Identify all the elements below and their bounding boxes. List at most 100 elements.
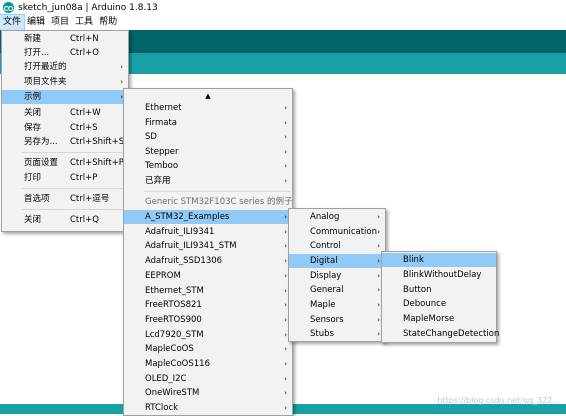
example-label: FreeRTOS821 [145,300,202,310]
example-onewirestm[interactable]: OneWireSTM › [124,386,292,400]
stm32-maple[interactable]: Maple › [289,298,385,312]
file-sketchbook[interactable]: 项目文件夹 › [2,75,128,89]
example-a-stm32-examples[interactable]: A_STM32_Examples › [124,210,292,224]
file-open-recent-label: 打开最近的 [24,62,67,72]
submenu-arrow-icon: › [284,272,287,280]
file-save-shortcut: Ctrl+S [70,123,98,133]
example-eeprom[interactable]: EEPROM › [124,269,292,283]
digital-debounce[interactable]: Debounce [382,297,496,311]
example-label: SD [145,132,157,142]
example-label: Stepper [145,147,179,157]
submenu-arrow-icon: › [284,345,287,353]
menu-edit[interactable]: 编辑 [24,15,48,30]
stm32-sensors[interactable]: Sensors › [289,313,385,327]
file-preferences-shortcut: Ctrl+逗号 [70,194,110,204]
file-close[interactable]: 关闭 Ctrl+W [2,106,128,120]
section-header-label: Generic STM32F103C series 的例子 [145,197,293,207]
example-label: FreeRTOS900 [145,315,202,325]
window-title: sketch_jun08a | Arduino 1.8.13 [18,2,158,13]
file-preferences[interactable]: 首选项 Ctrl+逗号 [2,192,128,206]
example-adafruit-ssd1306[interactable]: Adafruit_SSD1306 › [124,254,292,268]
submenu-arrow-icon: › [284,316,287,324]
digital-maple-morse[interactable]: MapleMorse [382,312,496,326]
example-firmata[interactable]: Firmata › [124,116,292,130]
example-label: 已弃用 [145,176,171,186]
example-adafruit-ili9341-stm[interactable]: Adafruit_ILI9341_STM › [124,239,292,253]
file-quit[interactable]: 关闭 Ctrl+Q [2,213,128,227]
digital-button[interactable]: Button [382,283,496,297]
example-freertos821[interactable]: FreeRTOS821 › [124,298,292,312]
stm32-digital[interactable]: Digital › [289,254,385,268]
example-maplecoos[interactable]: MapleCoOS › [124,342,292,356]
file-new[interactable]: 新建 Ctrl+N [2,32,128,46]
example-stepper[interactable]: Stepper › [124,145,292,159]
stm32-communication[interactable]: Communication › [289,225,385,239]
submenu-arrow-icon: › [284,148,287,156]
submenu-arrow-icon: › [377,316,380,324]
example-label: OLED_I2C [145,374,187,384]
file-save-as-shortcut: Ctrl+Shift+S [70,137,125,147]
example-deprecated[interactable]: 已弃用 › [124,174,292,188]
submenu-arrow-icon: › [284,242,287,250]
file-page-setup[interactable]: 页面设置 Ctrl+Shift+P [2,156,128,170]
submenu-arrow-icon: › [284,389,287,397]
file-print[interactable]: 打印 Ctrl+P [2,171,128,185]
example-oled-i2c[interactable]: OLED_I2C › [124,372,292,386]
example-freertos900[interactable]: FreeRTOS900 › [124,313,292,327]
digital-blink[interactable]: Blink [382,253,496,267]
submenu-arrow-icon: › [284,119,287,127]
submenu-arrow-icon: › [120,63,123,71]
example-adafruit-ili9341[interactable]: Adafruit_ILI9341 › [124,225,292,239]
example-sd[interactable]: SD › [124,130,292,144]
example-temboo[interactable]: Temboo › [124,159,292,173]
file-save-label: 保存 [24,123,42,133]
sketch-label: BlinkWithoutDelay [403,270,482,280]
file-save-as[interactable]: 另存为... Ctrl+Shift+S [2,135,128,149]
file-open-recent[interactable]: 打开最近的 › [2,60,128,74]
file-save-as-label: 另存为... [24,137,58,147]
file-open[interactable]: 打开... Ctrl+O [2,46,128,60]
digital-blink-without-delay[interactable]: BlinkWithoutDelay [382,268,496,282]
digital-state-change-detection[interactable]: StateChangeDetection [382,327,499,341]
example-label: RTClock [145,403,179,413]
stm32-examples-submenu: Analog › Communication › Control › Digit… [288,208,386,342]
stm32-control[interactable]: Control › [289,239,385,253]
menu-file[interactable]: 文件 [0,14,26,31]
sketch-label: Debounce [403,299,447,309]
submenu-arrow-icon: › [284,228,287,236]
stm32-general[interactable]: General › [289,283,385,297]
example-lcd7920-stm[interactable]: Lcd7920_STM › [124,328,292,342]
example-label: Adafruit_SSD1306 [145,256,223,266]
examples-submenu: ▲ Ethernet › Firmata › SD › Stepper › Te… [123,88,293,416]
stm32-display[interactable]: Display › [289,269,385,283]
example-ethernet-stm[interactable]: Ethernet_STM › [124,284,292,298]
submenu-arrow-icon: › [377,257,380,265]
category-label: Sensors [310,315,344,325]
file-save[interactable]: 保存 Ctrl+S [2,121,128,135]
file-sketchbook-label: 项目文件夹 [24,77,67,87]
category-label: Stubs [310,329,334,339]
stm32-analog[interactable]: Analog › [289,210,385,224]
category-label: Display [310,271,342,281]
menu-project[interactable]: 项目 [48,15,72,30]
submenu-arrow-icon: › [284,177,287,185]
file-quit-label: 关闭 [24,215,42,225]
file-examples[interactable]: 示例 › [2,90,128,104]
menu-tools[interactable]: 工具 [72,15,96,30]
file-preferences-label: 首选项 [24,194,50,204]
submenu-arrow-icon: › [284,287,287,295]
example-label: MapleCoOS116 [145,359,210,369]
example-rtclock[interactable]: RTClock › [124,401,292,415]
file-new-label: 新建 [24,34,42,44]
submenu-arrow-icon: › [284,360,287,368]
menu-help[interactable]: 帮助 [96,15,120,30]
scroll-up-arrow-icon[interactable]: ▲ [124,91,292,101]
example-ethernet[interactable]: Ethernet › [124,101,292,115]
file-quit-shortcut: Ctrl+Q [70,215,99,225]
example-label: Adafruit_ILI9341 [145,227,215,237]
stm32-stubs[interactable]: Stubs › [289,327,385,341]
file-print-label: 打印 [24,173,42,183]
example-label: Lcd7920_STM [145,330,204,340]
example-maplecoos116[interactable]: MapleCoOS116 › [124,357,292,371]
example-label: Ethernet_STM [145,286,204,296]
